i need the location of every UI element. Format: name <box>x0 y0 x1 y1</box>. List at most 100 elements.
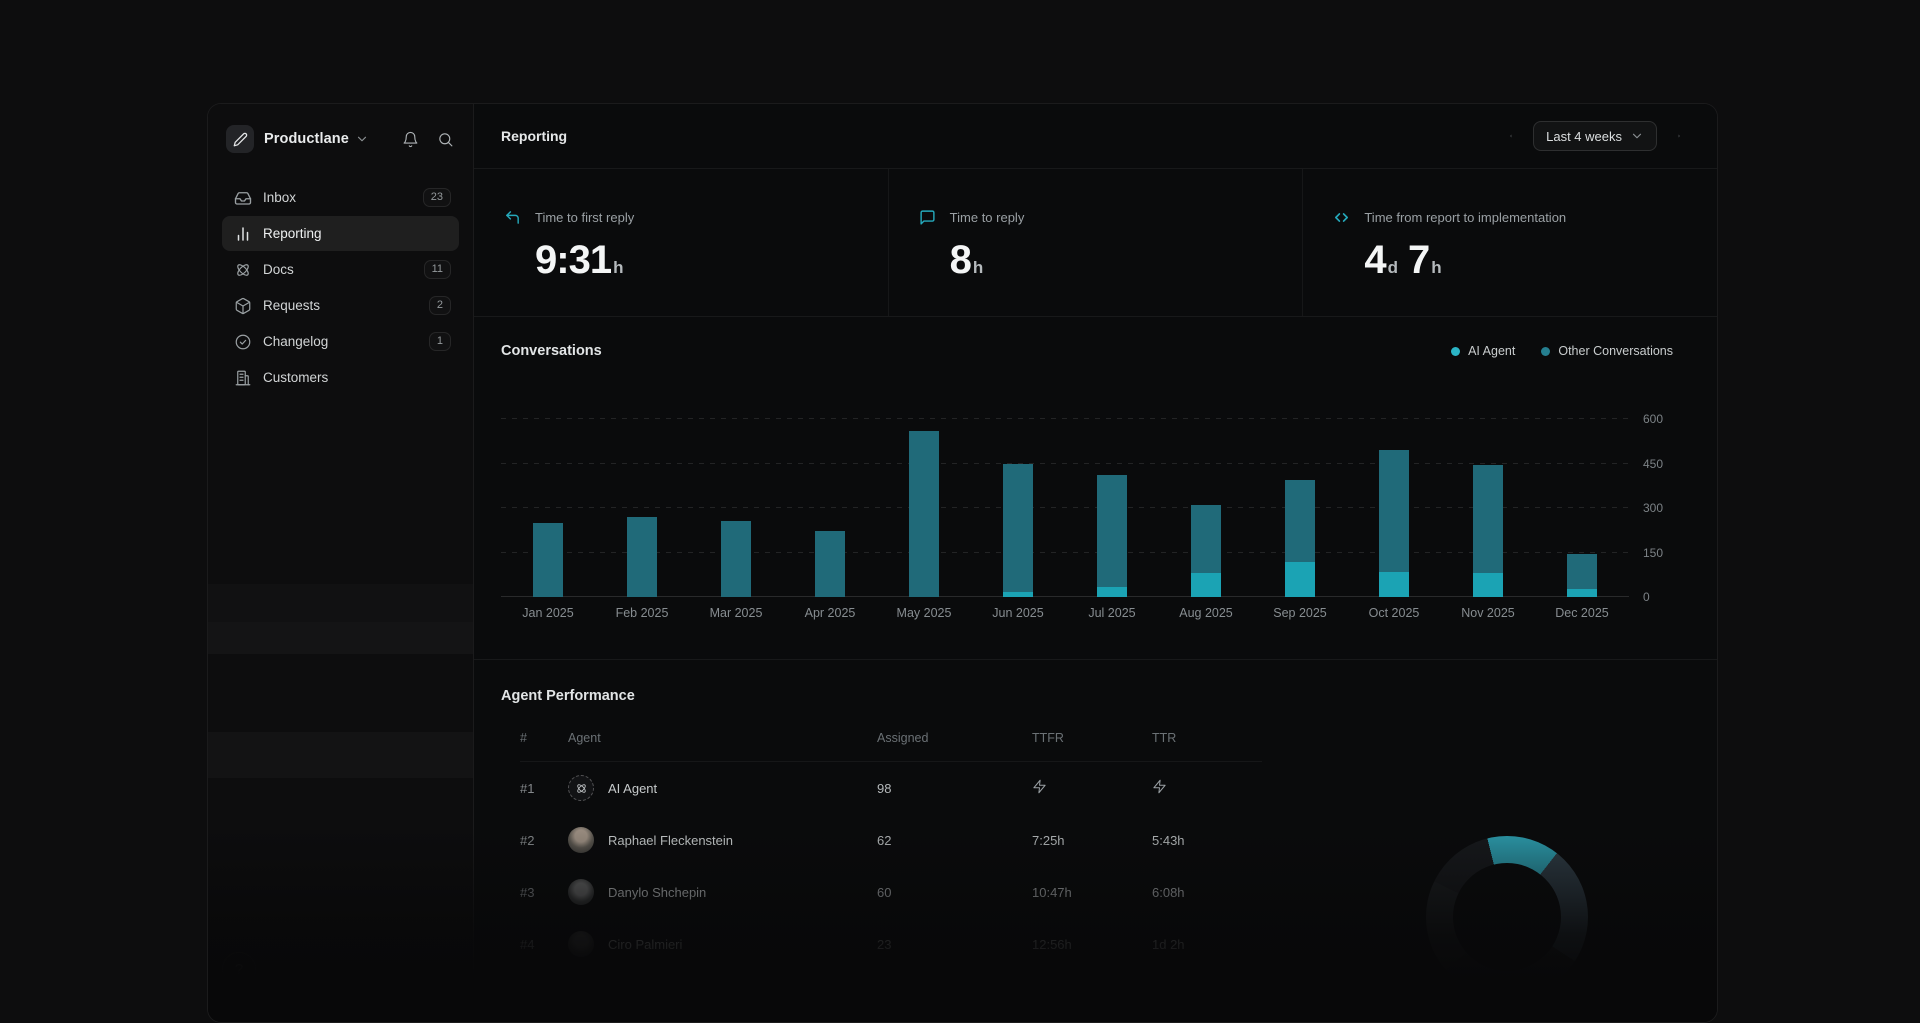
table-row[interactable]: #3Danylo Shchepin6010:47h6:08h <box>520 866 1262 918</box>
sidebar-item-badge: 2 <box>429 296 451 315</box>
stacked-bar <box>909 431 939 597</box>
donut-chart <box>1426 836 1588 998</box>
legend-label: AI Agent <box>1468 344 1515 358</box>
sidebar-skeleton-row <box>208 584 473 622</box>
inbox-icon <box>234 189 252 207</box>
ttfr-cell: 10:47h <box>1032 885 1152 900</box>
table-row[interactable]: #4Ciro Palmieri2312:56h1d 2h <box>520 918 1262 970</box>
y-tick-label: 0 <box>1643 590 1650 604</box>
chart-y-axis: 0150300450600 <box>1629 399 1673 597</box>
stacked-bar <box>533 523 563 597</box>
stacked-bar <box>815 531 845 597</box>
y-tick-label: 600 <box>1643 412 1663 426</box>
bar-segment-other <box>1379 450 1409 572</box>
productlane-logo <box>226 125 254 153</box>
x-tick-label: Feb 2025 <box>595 606 689 620</box>
assigned-cell: 98 <box>877 781 1032 796</box>
legend-item[interactable]: AI Agent <box>1451 344 1515 358</box>
agent-performance-title: Agent Performance <box>501 688 635 704</box>
sidebar-item-label: Customers <box>263 370 451 385</box>
code-icon <box>1333 209 1350 226</box>
sidebar-item-label: Changelog <box>263 334 429 349</box>
stacked-bar <box>1097 475 1127 597</box>
agent-name: Raphael Fleckenstein <box>608 833 733 848</box>
stacked-bar <box>1567 554 1597 597</box>
workspace-name[interactable]: Productlane <box>264 131 349 147</box>
sidebar-nav: Inbox23ReportingDocs11Requests2Changelog… <box>222 180 459 395</box>
sidebar-item-badge: 11 <box>424 260 451 279</box>
x-tick-label: Oct 2025 <box>1347 606 1441 620</box>
agent-name: Danylo Shchepin <box>608 885 706 900</box>
bar-segment-other <box>533 523 563 597</box>
stat-value: 4d7h <box>1333 238 1717 283</box>
sidebar-header: Productlane <box>222 124 459 154</box>
legend-label: Other Conversations <box>1558 344 1673 358</box>
sidebar-item-docs[interactable]: Docs11 <box>222 252 459 287</box>
conversations-section: Conversations AI AgentOther Conversation… <box>474 317 1717 660</box>
sidebar-item-requests[interactable]: Requests2 <box>222 288 459 323</box>
sidebar-skeleton-row <box>208 622 473 654</box>
assigned-cell: 62 <box>877 833 1032 848</box>
sidebar-item-label: Inbox <box>263 190 423 205</box>
legend-dot <box>1541 347 1550 356</box>
bar-column <box>1535 399 1629 597</box>
assigned-cell: 60 <box>877 885 1032 900</box>
agent-cell: Ciro Palmieri <box>568 931 877 957</box>
bar-column <box>971 399 1065 597</box>
agent-name: AI Agent <box>608 781 657 796</box>
bell-icon[interactable] <box>399 128 422 151</box>
stat-label: Time from report to implementation <box>1364 210 1566 225</box>
chevron-down-icon[interactable] <box>355 132 369 146</box>
column-header: TTFR <box>1032 731 1152 745</box>
agent-cell: AI Agent <box>568 775 877 801</box>
column-header: TTR <box>1152 731 1262 745</box>
sidebar-item-customers[interactable]: Customers <box>222 360 459 395</box>
stat-card-2: Time from report to implementation 4d7h <box>1302 169 1717 316</box>
chat-bubble-icon <box>919 209 936 226</box>
sidebar-item-inbox[interactable]: Inbox23 <box>222 180 459 215</box>
column-header: Agent <box>568 731 877 745</box>
rank-cell: #2 <box>520 833 568 848</box>
search-icon[interactable] <box>434 128 457 151</box>
table-row[interactable]: #1AI Agent98 <box>520 762 1262 814</box>
x-tick-label: Jul 2025 <box>1065 606 1159 620</box>
sidebar-item-reporting[interactable]: Reporting <box>222 216 459 251</box>
bar-segment-other <box>815 531 845 597</box>
date-range-label: Last 4 weeks <box>1546 129 1622 144</box>
sidebar-item-changelog[interactable]: Changelog1 <box>222 324 459 359</box>
bar-segment-other <box>1473 465 1503 573</box>
legend-item[interactable]: Other Conversations <box>1541 344 1673 358</box>
stats-row: Time to first reply9:31hTime to reply8hT… <box>474 169 1717 317</box>
stat-label: Time to first reply <box>535 210 634 225</box>
help-button[interactable]: ? <box>222 952 256 986</box>
x-tick-label: Jan 2025 <box>501 606 595 620</box>
conversations-chart: 0150300450600 <box>501 399 1673 597</box>
ttr-cell: 5:43h <box>1152 833 1262 848</box>
ttfr-cell: 12:56h <box>1032 937 1152 952</box>
bar-segment-ai <box>1379 572 1409 598</box>
x-tick-label: Mar 2025 <box>689 606 783 620</box>
app-window: Productlane Inbox23ReportingDocs11Reques… <box>207 103 1718 1023</box>
bar-chart-icon <box>234 225 252 243</box>
stat-card-1: Time to reply8h <box>888 169 1303 316</box>
chevron-left-icon[interactable] <box>1503 128 1519 144</box>
ttfr-cell: 7:25h <box>1032 833 1152 848</box>
donut-hole <box>1453 863 1561 971</box>
legend-dot <box>1451 347 1460 356</box>
bar-segment-other <box>721 521 751 597</box>
table-row[interactable]: #2 Raphael Fleckenstein 627:25h5:43h <box>520 814 1262 866</box>
chevron-right-icon[interactable] <box>1671 128 1687 144</box>
x-tick-label: Dec 2025 <box>1535 606 1629 620</box>
sidebar-item-label: Docs <box>263 262 424 277</box>
customers-icon <box>234 369 252 387</box>
bar-column <box>1159 399 1253 597</box>
column-header: Assigned <box>877 731 1032 745</box>
ttr-cell <box>1152 779 1262 797</box>
bar-segment-other <box>1097 475 1127 587</box>
ttfr-cell <box>1032 779 1152 797</box>
table-header: #AgentAssignedTTFRTTR <box>520 714 1262 762</box>
stacked-bar <box>1473 465 1503 597</box>
date-range-selector[interactable]: Last 4 weeks <box>1533 121 1657 151</box>
bar-segment-ai <box>1003 592 1033 597</box>
x-tick-label: Sep 2025 <box>1253 606 1347 620</box>
